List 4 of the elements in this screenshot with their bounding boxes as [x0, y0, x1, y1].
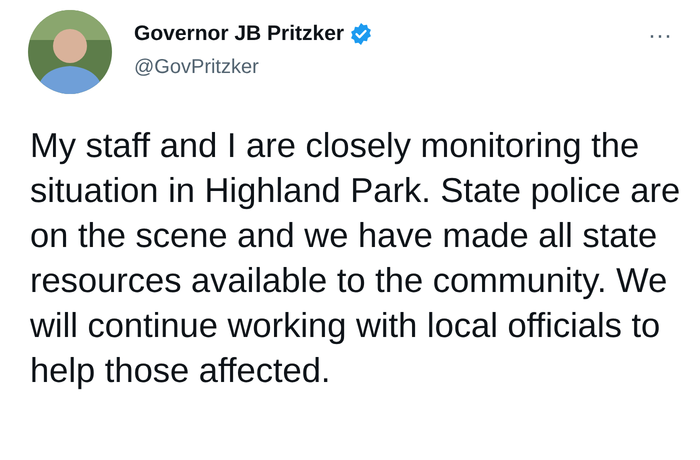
author-handle[interactable]: @GovPritzker	[134, 56, 620, 79]
author-name[interactable]: Governor JB Pritzker	[134, 22, 344, 46]
tweet-text: My staff and I are closely monitoring the situation in Highland Park. State police are on the scene and we have made all state resources available to the community. We will continue working with local officials to help those affected.	[30, 126, 682, 392]
more-button[interactable]: ···	[642, 24, 678, 48]
